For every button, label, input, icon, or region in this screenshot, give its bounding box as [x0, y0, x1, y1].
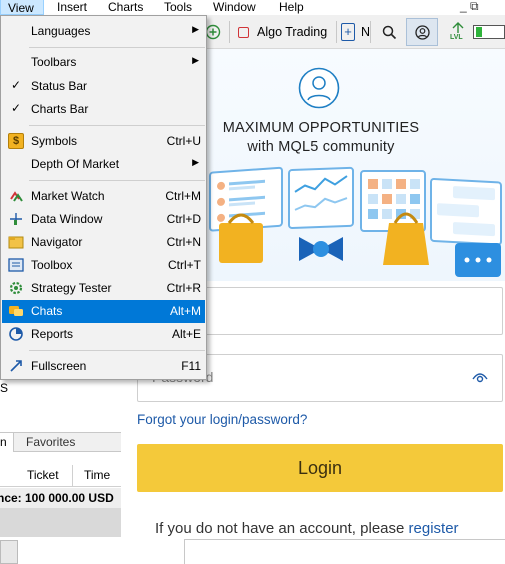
chat-icon: [9, 306, 23, 316]
menu-item-depth-of-market[interactable]: Depth Of Market ▶: [2, 153, 205, 176]
submenu-arrow-icon: ▶: [192, 157, 199, 167]
column-time[interactable]: Time: [84, 468, 110, 482]
balance-text: nce: 100 000.00 USD: [0, 491, 114, 505]
menu-item-data-window[interactable]: Data Window Ctrl+D: [2, 208, 205, 231]
show-password-icon[interactable]: [472, 372, 488, 384]
new-order-label: N: [361, 25, 371, 39]
signal-level-indicator[interactable]: LVL: [450, 21, 466, 45]
search-icon: [382, 25, 397, 39]
menu-item-reports[interactable]: Reports Alt+E: [2, 323, 205, 346]
signal-icon: [452, 22, 464, 33]
user-avatar-icon: [298, 67, 340, 109]
menu-window[interactable]: Window: [206, 0, 263, 15]
menu-item-charts-bar[interactable]: ✓ Charts Bar: [2, 98, 205, 121]
menu-item-market-watch[interactable]: Market Watch Ctrl+M: [2, 185, 205, 208]
column-ticket[interactable]: Ticket: [27, 468, 59, 482]
folder-icon: [8, 236, 24, 249]
toolbox-icon: [8, 258, 24, 272]
menu-item-symbols[interactable]: $ Symbols Ctrl+U: [2, 130, 205, 153]
stop-icon: [238, 26, 249, 38]
new-order-icon: +: [341, 23, 355, 41]
balance-row: nce: 100 000.00 USD: [0, 488, 121, 508]
check-icon: ✓: [11, 101, 22, 115]
menu-view[interactable]: View: [0, 0, 44, 15]
reports-icon: [9, 327, 23, 341]
new-order-button[interactable]: + N: [341, 20, 370, 44]
menu-item-strategy-tester[interactable]: Strategy Tester Ctrl+R: [2, 277, 205, 300]
menu-item-toolbox[interactable]: Toolbox Ctrl+T: [2, 254, 205, 277]
menu-item-navigator[interactable]: Navigator Ctrl+N: [2, 231, 205, 254]
user-icon: [414, 24, 430, 40]
menu-item-languages[interactable]: Languages ▶: [2, 20, 205, 43]
navigator-tabs: n Favorites: [0, 432, 121, 452]
view-menu: Languages ▶ Toolbars ▶ ✓ Status Bar ✓ Ch…: [0, 15, 207, 380]
community-illustration: [209, 166, 502, 277]
register-line: If you do not have an account, please re…: [155, 520, 459, 537]
check-icon: ✓: [11, 78, 22, 92]
dollar-icon: $: [8, 133, 24, 149]
algo-trading-button[interactable]: Algo Trading: [238, 20, 327, 44]
account-button[interactable]: [406, 18, 438, 46]
algo-trading-label: Algo Trading: [257, 25, 328, 39]
add-chart-icon[interactable]: [205, 20, 221, 44]
login-button[interactable]: Login: [137, 444, 503, 492]
register-link[interactable]: register: [409, 520, 459, 537]
window-controls[interactable]: _ ⧉: [460, 0, 479, 14]
partial-text: S: [0, 381, 9, 395]
menu-item-status-bar[interactable]: ✓ Status Bar: [2, 75, 205, 98]
crosshair-icon: [10, 213, 22, 225]
menu-item-fullscreen[interactable]: Fullscreen F11: [2, 355, 205, 378]
menu-charts[interactable]: Charts: [101, 0, 150, 15]
menu-insert[interactable]: Insert: [50, 0, 94, 15]
bottom-field[interactable]: [184, 539, 505, 564]
connection-bar: [473, 25, 505, 39]
market-watch-icon: [10, 191, 23, 202]
submenu-arrow-icon: ▶: [192, 24, 199, 34]
search-button[interactable]: [382, 20, 397, 44]
menu-bar: View Insert Charts Tools Window Help _ ⧉: [0, 0, 505, 15]
gear-icon: [9, 281, 23, 295]
submenu-arrow-icon: ▶: [192, 55, 199, 65]
trade-table-header: Ticket Time: [0, 465, 121, 487]
fullscreen-icon: [10, 360, 22, 372]
menu-tools[interactable]: Tools: [157, 0, 199, 15]
forgot-password-link[interactable]: Forgot your login/password?: [137, 412, 307, 427]
register-prefix: If you do not have an account, please: [155, 520, 409, 537]
tab-common[interactable]: n: [0, 433, 14, 452]
menu-help[interactable]: Help: [272, 0, 311, 15]
tab-favorites[interactable]: Favorites: [20, 433, 81, 452]
level-label: LVL: [450, 34, 463, 41]
menu-item-toolbars[interactable]: Toolbars ▶: [2, 51, 205, 74]
menu-item-chats[interactable]: Chats Alt+M: [2, 300, 205, 323]
